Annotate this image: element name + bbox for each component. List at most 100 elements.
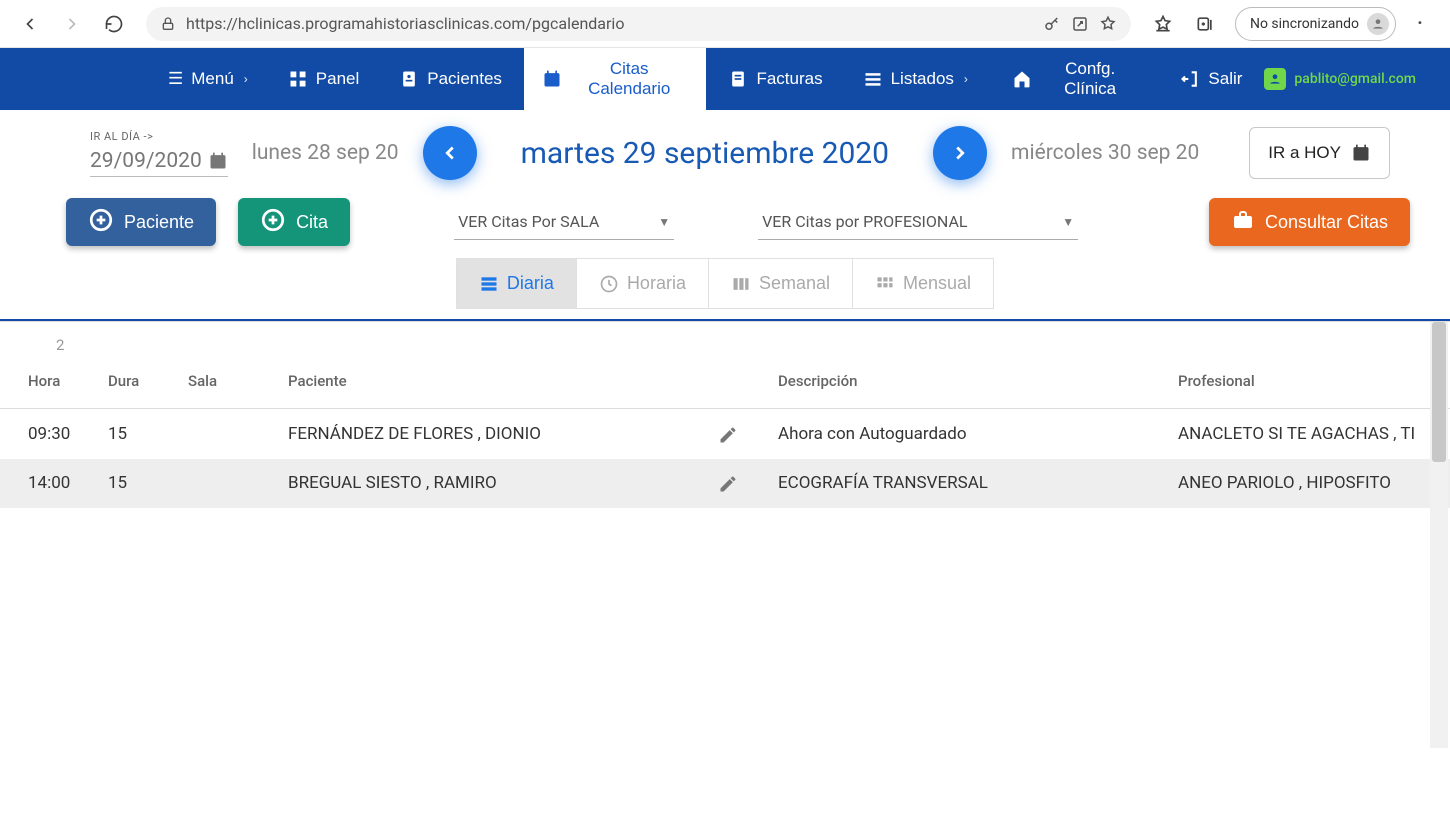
table-row[interactable]: 09:30 15 FERNÁNDEZ DE FLORES , DIONIO Ah… <box>0 409 1450 459</box>
actions-row: Paciente Cita VER Citas Por SALA ▼ VER C… <box>0 190 1450 252</box>
calendar-picker-icon[interactable] <box>208 149 228 173</box>
cell-sala <box>180 409 280 459</box>
url-text: https://hclinicas.programahistoriasclini… <box>186 14 1033 33</box>
cell-dura: 15 <box>100 459 180 508</box>
cell-descripcion: Ahora con Autoguardado <box>770 409 1170 459</box>
nav-pacientes-label: Pacientes <box>427 69 502 89</box>
col-sala[interactable]: Sala <box>180 326 280 409</box>
go-day-label: IR AL DÍA -> <box>90 130 228 143</box>
user-chip[interactable]: pablito@gmail.com <box>1264 68 1436 90</box>
filter-room-label: VER Citas Por SALA <box>458 212 599 231</box>
nav-listados[interactable]: Listados › <box>845 48 986 110</box>
filter-room-select[interactable]: VER Citas Por SALA ▼ <box>454 204 674 240</box>
app-navbar: ☰ Menú › Panel Pacientes Citas Calendari… <box>0 48 1450 110</box>
add-patient-button[interactable]: Paciente <box>66 198 216 246</box>
view-tab-weekly[interactable]: Semanal <box>709 258 853 309</box>
reload-button[interactable] <box>96 6 132 42</box>
dropdown-icon: ▼ <box>658 215 670 229</box>
col-dura[interactable]: Dura <box>100 326 180 409</box>
clock-icon <box>599 273 619 294</box>
view-tab-daily[interactable]: Diaria <box>456 258 577 309</box>
edit-icon[interactable] <box>718 473 738 494</box>
nav-config[interactable]: Confg. Clínica <box>994 48 1158 110</box>
today-button[interactable]: IR a HOY <box>1249 127 1390 179</box>
collections-button[interactable] <box>1187 6 1223 42</box>
view-tab-label: Horaria <box>627 273 686 294</box>
chevron-right-icon: › <box>244 72 248 86</box>
col-descripcion[interactable]: Descripción <box>770 326 1170 409</box>
cell-hora: 14:00 <box>0 459 100 508</box>
plus-circle-icon <box>260 207 286 238</box>
filter-professional-label: VER Citas por PROFESIONAL <box>762 212 967 231</box>
edit-icon[interactable] <box>718 423 738 444</box>
appointments-table: Hora Dura Sala Paciente Descripción Prof… <box>0 326 1450 508</box>
table-header-row: Hora Dura Sala Paciente Descripción Prof… <box>0 326 1450 409</box>
cell-paciente: BREGUAL SIESTO , RAMIRO <box>280 459 710 508</box>
view-tab-monthly[interactable]: Mensual <box>853 258 994 309</box>
key-icon[interactable] <box>1043 14 1061 34</box>
day-view-icon <box>479 273 499 294</box>
nav-citas[interactable]: Citas Calendario <box>524 48 707 110</box>
favorite-icon[interactable] <box>1099 14 1117 34</box>
nav-menu[interactable]: ☰ Menú › <box>150 48 266 110</box>
list-icon <box>863 69 883 90</box>
current-day-label: martes 29 septiembre 2020 <box>521 136 889 171</box>
scrollbar-thumb[interactable] <box>1432 322 1446 462</box>
vertical-scrollbar[interactable] <box>1430 322 1448 748</box>
nav-panel[interactable]: Panel <box>270 48 377 110</box>
nav-salir[interactable]: Salir <box>1162 48 1260 110</box>
next-day-label: miércoles 30 sep 20 <box>1011 141 1199 165</box>
cell-dura: 15 <box>100 409 180 459</box>
nav-facturas[interactable]: Facturas <box>710 48 840 110</box>
browser-toolbar: https://hclinicas.programahistoriasclini… <box>0 0 1450 48</box>
col-profesional[interactable]: Profesional <box>1170 326 1450 409</box>
view-tab-label: Diaria <box>507 273 554 294</box>
open-external-icon[interactable] <box>1071 14 1089 34</box>
go-day-input[interactable]: 29/09/2020 <box>90 149 228 177</box>
consult-appointments-button[interactable]: Consultar Citas <box>1209 198 1410 246</box>
user-email-label: pablito@gmail.com <box>1294 71 1416 87</box>
exit-icon <box>1180 69 1200 90</box>
user-icon <box>1264 68 1286 90</box>
col-hora[interactable]: Hora <box>0 326 100 409</box>
address-bar[interactable]: https://hclinicas.programahistoriasclini… <box>146 7 1131 41</box>
add-appointment-label: Cita <box>296 212 328 233</box>
next-day-button[interactable] <box>933 126 987 180</box>
date-nav-row: IR AL DÍA -> 29/09/2020 lunes 28 sep 20 … <box>0 110 1450 190</box>
view-tab-hourly[interactable]: Horaria <box>577 258 709 309</box>
profile-sync-pill[interactable]: No sincronizando <box>1235 7 1396 41</box>
table-row[interactable]: 14:00 15 BREGUAL SIESTO , RAMIRO ECOGRAF… <box>0 459 1450 508</box>
cell-sala <box>180 459 280 508</box>
back-button[interactable] <box>12 6 48 42</box>
nav-pacientes[interactable]: Pacientes <box>381 48 520 110</box>
cell-descripcion: ECOGRAFÍA TRANSVERSAL <box>770 459 1170 508</box>
nav-menu-label: Menú <box>191 69 234 89</box>
favorites-button[interactable] <box>1145 6 1181 42</box>
nav-listados-label: Listados <box>891 69 954 89</box>
col-paciente[interactable]: Paciente <box>280 326 710 409</box>
chevron-right-icon: › <box>964 72 968 86</box>
invoice-icon <box>728 69 748 90</box>
calendar-icon <box>542 69 562 90</box>
nav-citas-label: Citas Calendario <box>570 59 689 99</box>
view-tab-label: Mensual <box>903 273 971 294</box>
cell-paciente: FERNÁNDEZ DE FLORES , DIONIO <box>280 409 710 459</box>
filter-professional-select[interactable]: VER Citas por PROFESIONAL ▼ <box>758 204 1078 240</box>
forward-button[interactable] <box>54 6 90 42</box>
briefcase-icon <box>1231 208 1255 237</box>
add-appointment-button[interactable]: Cita <box>238 198 350 246</box>
menu-icon: ☰ <box>168 69 183 89</box>
prev-day-label: lunes 28 sep 20 <box>252 141 399 165</box>
plus-circle-icon <box>88 207 114 238</box>
nav-panel-label: Panel <box>316 69 359 89</box>
go-day-value: 29/09/2020 <box>90 149 202 173</box>
calendar-icon <box>1351 143 1371 164</box>
more-button[interactable]: · <box>1402 6 1438 42</box>
home-icon <box>1012 69 1032 90</box>
nav-facturas-label: Facturas <box>756 69 822 89</box>
nav-salir-label: Salir <box>1208 69 1242 89</box>
prev-day-button[interactable] <box>423 126 477 180</box>
view-tabs: Diaria Horaria Semanal Mensual <box>0 258 1450 309</box>
cell-profesional: ANACLETO SI TE AGACHAS , TI <box>1170 409 1450 459</box>
nav-config-label: Confg. Clínica <box>1040 59 1140 99</box>
